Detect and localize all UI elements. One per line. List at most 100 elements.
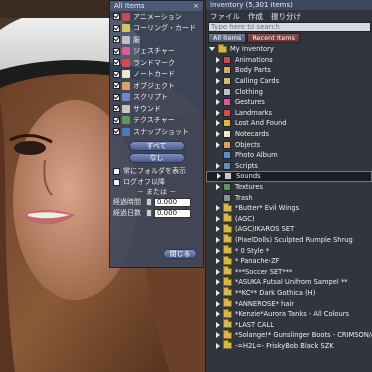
expand-arrow-icon[interactable] (216, 120, 220, 127)
tree-item[interactable]: *LAST CALL (206, 319, 372, 330)
always-show-folders-option[interactable]: 常にフォルダを表示 (110, 166, 203, 177)
filter-checkbox[interactable] (113, 24, 120, 32)
tree-item[interactable]: *Kenzie*Aurora Tanks - All Colours (206, 308, 372, 320)
filter-checkbox[interactable] (113, 59, 120, 67)
tree-item[interactable]: *Butter* Evil Wings (206, 202, 372, 214)
filter-option[interactable]: ジェスチャー (110, 46, 203, 58)
expand-arrow-icon[interactable] (216, 78, 220, 85)
expand-arrow-icon[interactable] (216, 236, 220, 243)
filter-checkbox[interactable] (113, 93, 120, 101)
tree-item[interactable]: Trash (206, 192, 372, 203)
expand-arrow-icon[interactable] (216, 88, 220, 95)
filter-option[interactable]: ランドマーク (110, 57, 203, 69)
inventory-titlebar[interactable]: Inventory (5,301 items) (206, 0, 372, 10)
expand-arrow-icon[interactable] (216, 215, 220, 222)
since-logoff-checkbox[interactable] (113, 178, 120, 186)
expand-arrow-icon[interactable] (216, 56, 220, 63)
filter-checkbox[interactable] (113, 13, 120, 21)
tree-item[interactable]: *Solange!* Gunslinger Boots - CRIMSON/go… (206, 329, 372, 341)
expand-arrow-icon[interactable] (216, 342, 220, 349)
hours-ago-spinner[interactable] (146, 198, 152, 206)
expand-arrow-icon[interactable] (216, 67, 220, 74)
tab-all-items[interactable]: All Items (208, 33, 247, 43)
expand-arrow-icon[interactable] (216, 279, 220, 286)
expand-arrow-icon[interactable] (216, 300, 220, 307)
filter-option[interactable]: 服 (110, 34, 203, 46)
tree-item[interactable]: ***Soccer SET*** (206, 266, 372, 277)
filter-checkbox[interactable] (113, 82, 120, 90)
tree-item[interactable]: Body Parts (206, 65, 372, 76)
select-none-button[interactable]: なし (128, 152, 185, 163)
tree-item[interactable]: **KC** Dark Gothica (H) (206, 287, 372, 299)
tree-item[interactable]: Animations (206, 55, 372, 66)
filter-option[interactable]: コーリング・カード (110, 23, 203, 35)
tree-item[interactable]: Clothing (206, 86, 372, 97)
tree-item[interactable]: (PixelDolls) Sculpted Rumple Shrug (206, 234, 372, 246)
expand-arrow-icon[interactable] (216, 205, 220, 212)
filter-option[interactable]: ノートカード (110, 69, 203, 81)
tree-item[interactable]: Photo Album (206, 150, 372, 161)
expand-arrow-icon[interactable] (217, 173, 221, 180)
tree-item[interactable]: Calling Cards (206, 76, 372, 87)
filter-checkbox[interactable] (113, 36, 120, 44)
inventory-search-input[interactable] (208, 22, 371, 32)
tree-item[interactable]: Notecards (206, 129, 372, 140)
expand-arrow-icon[interactable] (216, 258, 220, 265)
expand-arrow-icon[interactable] (216, 99, 220, 106)
tree-item[interactable]: (AGC) (206, 213, 372, 225)
tab-recent-items[interactable]: Recent Items (247, 33, 301, 43)
tree-item[interactable]: * 0 Style * (206, 245, 372, 256)
tree-item[interactable]: * Panache-ZF (206, 255, 372, 267)
tree-item[interactable]: Landmarks (206, 108, 372, 119)
tree-item[interactable]: *ASUKA Futsal Unifrom Sampel ** (206, 276, 372, 288)
tree-root-my-inventory[interactable]: My Inventory (206, 43, 372, 55)
tree-item[interactable]: -=H2L=- FriskyBob Black SZK (206, 340, 372, 352)
expand-arrow-icon[interactable] (216, 226, 220, 233)
expand-arrow-icon[interactable] (216, 131, 220, 138)
expand-arrow-icon[interactable] (216, 109, 220, 116)
days-ago-spinner[interactable] (146, 209, 152, 217)
filter-panel-titlebar[interactable]: All Items × (110, 1, 203, 11)
expand-arrow-icon[interactable] (216, 162, 220, 169)
expand-arrow-icon[interactable] (216, 184, 220, 191)
expand-arrow-icon[interactable] (216, 332, 220, 339)
expand-arrow-icon[interactable] (216, 247, 220, 254)
always-show-folders-checkbox[interactable] (113, 167, 120, 175)
tree-item[interactable]: Textures (206, 182, 372, 193)
filter-checkbox[interactable] (113, 70, 120, 78)
select-all-button[interactable]: すべて (128, 140, 185, 151)
tree-item[interactable]: Objects (206, 139, 372, 150)
tree-item[interactable]: Gestures (206, 97, 372, 108)
filter-option[interactable]: アニメーション (110, 11, 203, 23)
since-logoff-option[interactable]: ログオフ以降 (110, 177, 203, 188)
expand-arrow-icon[interactable] (216, 289, 220, 296)
filter-checkbox[interactable] (113, 47, 120, 55)
tree-item[interactable]: Sounds (206, 171, 372, 182)
filter-option[interactable]: サウンド (110, 103, 203, 115)
expand-arrow-icon[interactable] (216, 152, 220, 158)
menu-sort[interactable]: 振り分け (271, 11, 301, 21)
filter-option[interactable]: オブジェクト (110, 80, 203, 92)
filter-option[interactable]: スクリプト (110, 92, 203, 104)
hours-ago-input[interactable] (154, 197, 191, 207)
expand-arrow-icon[interactable] (216, 141, 220, 148)
filter-checkbox[interactable] (113, 105, 120, 113)
close-filter-button[interactable]: 閉じる (163, 249, 197, 259)
menu-create[interactable]: 作成 (248, 11, 263, 21)
expand-arrow-icon[interactable] (216, 195, 220, 201)
expand-arrow-icon[interactable] (216, 268, 220, 275)
days-ago-input[interactable] (154, 208, 191, 218)
filter-checkbox[interactable] (113, 128, 120, 136)
tree-item[interactable]: (AGC)IKAROS SET (206, 223, 372, 235)
expand-arrow-icon[interactable] (216, 321, 220, 328)
expand-arrow-icon[interactable] (216, 311, 220, 318)
tree-item[interactable]: *ANNEROSE* hair (206, 298, 372, 309)
filter-option[interactable]: テクスチャー (110, 115, 203, 127)
expand-arrow-icon[interactable] (209, 47, 215, 52)
tree-item[interactable]: Lost And Found (206, 118, 372, 129)
filter-checkbox[interactable] (113, 116, 120, 124)
tree-item[interactable]: Scripts (206, 161, 372, 172)
menu-file[interactable]: ファイル (210, 11, 240, 21)
filter-option[interactable]: スナップショット (110, 126, 203, 138)
close-icon[interactable]: × (193, 2, 199, 10)
